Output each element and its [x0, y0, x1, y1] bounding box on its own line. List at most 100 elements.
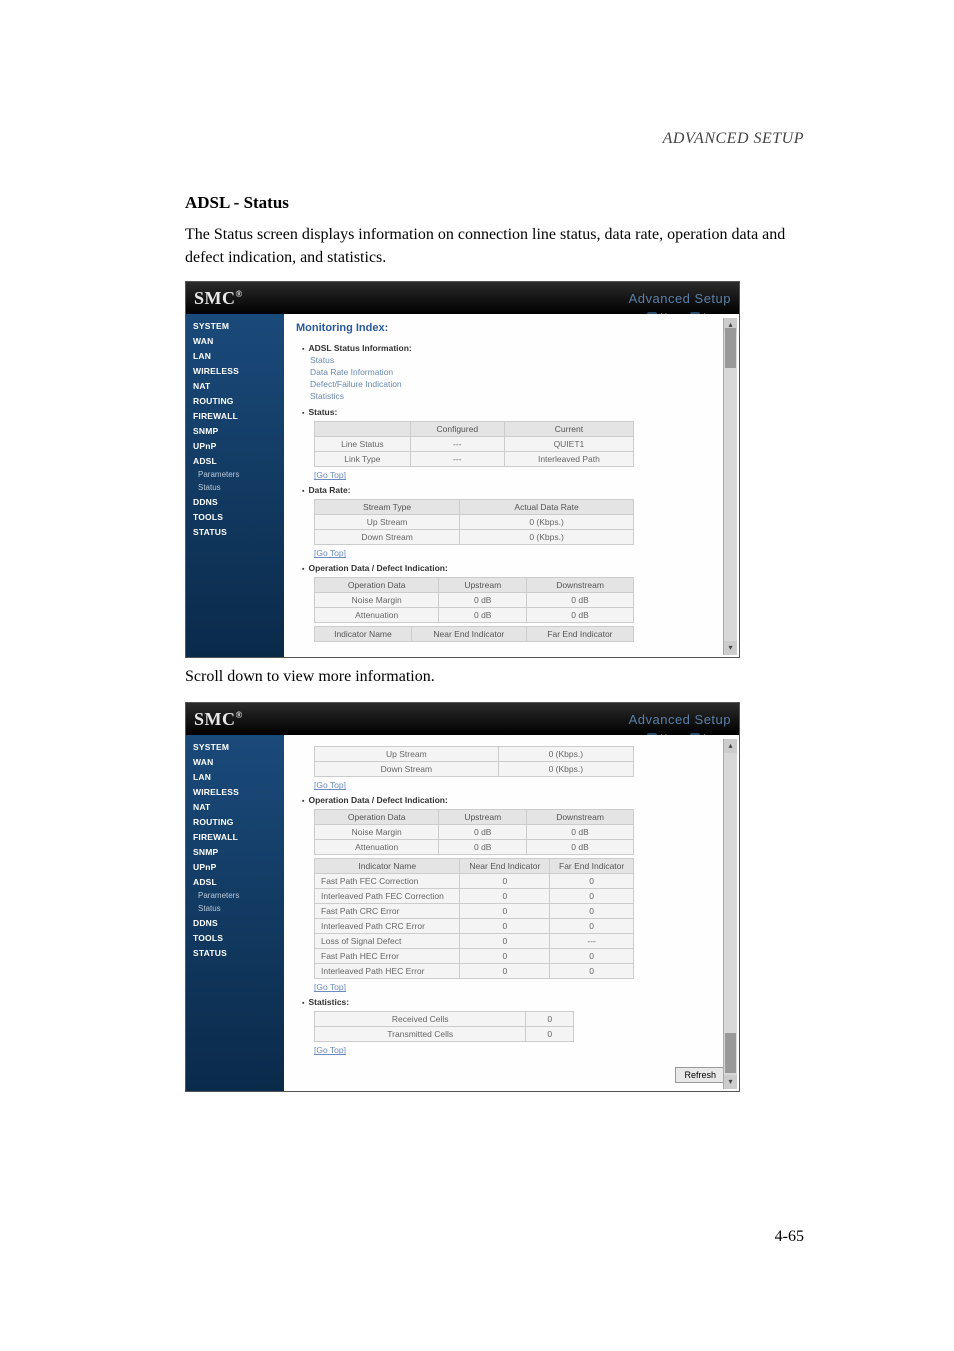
- sidebar-item-tools[interactable]: TOOLS: [186, 930, 284, 945]
- cell: 0: [460, 949, 550, 964]
- sidebar-item-firewall[interactable]: FIREWALL: [186, 408, 284, 423]
- cell: Attenuation: [315, 608, 439, 623]
- sidebar-item-routing[interactable]: ROUTING: [186, 393, 284, 408]
- cell: Loss of Signal Defect: [315, 934, 460, 949]
- sidebar-item-wireless[interactable]: WIRELESS: [186, 784, 284, 799]
- table-row: Attenuation 0 dB 0 dB: [315, 608, 634, 623]
- sidebar-sub-parameters[interactable]: Parameters: [186, 468, 284, 481]
- table-row: Up Stream 0 (Kbps.): [315, 515, 634, 530]
- operation-data-table: Operation Data Upstream Downstream Noise…: [314, 577, 634, 623]
- link-defect[interactable]: Defect/Failure Indication: [296, 378, 727, 390]
- cell: Received Cells: [315, 1012, 526, 1027]
- cell: Fast Path HEC Error: [315, 949, 460, 964]
- sidebar-item-upnp[interactable]: UPnP: [186, 438, 284, 453]
- scroll-down-icon[interactable]: ▾: [724, 641, 737, 655]
- sidebar-item-status[interactable]: STATUS: [186, 945, 284, 960]
- go-top-link[interactable]: [Go Top]: [296, 548, 727, 558]
- cell: 0: [550, 949, 634, 964]
- sidebar-item-upnp[interactable]: UPnP: [186, 859, 284, 874]
- table-row: Interleaved Path HEC Error00: [315, 964, 634, 979]
- sidebar-item-ddns[interactable]: DDNS: [186, 494, 284, 509]
- page-number: 4-65: [775, 1228, 804, 1246]
- monitoring-index-title: Monitoring Index:: [296, 322, 727, 334]
- sidebar-item-firewall[interactable]: FIREWALL: [186, 829, 284, 844]
- cell: Link Type: [315, 452, 411, 467]
- sidebar-item-ddns[interactable]: DDNS: [186, 915, 284, 930]
- col-indicator: Indicator Name: [315, 627, 412, 642]
- sidebar-item-wan[interactable]: WAN: [186, 333, 284, 348]
- table-row: Fast Path HEC Error00: [315, 949, 634, 964]
- table-row: Attenuation 0 dB 0 dB: [315, 840, 634, 855]
- cell: ---: [410, 452, 504, 467]
- sidebar-sub-status[interactable]: Status: [186, 481, 284, 494]
- sidebar-item-lan[interactable]: LAN: [186, 769, 284, 784]
- go-top-link[interactable]: [Go Top]: [296, 1045, 727, 1055]
- scroll-caption: Scroll down to view more information.: [185, 668, 804, 686]
- cell: Line Status: [315, 437, 411, 452]
- cell: 0: [460, 889, 550, 904]
- cell: 0: [550, 874, 634, 889]
- cell: Down Stream: [315, 762, 499, 777]
- sidebar-item-tools[interactable]: TOOLS: [186, 509, 284, 524]
- cell: Interleaved Path FEC Correction: [315, 889, 460, 904]
- link-status[interactable]: Status: [296, 354, 727, 366]
- cell: Noise Margin: [315, 593, 439, 608]
- go-top-link[interactable]: [Go Top]: [296, 982, 727, 992]
- go-top-link[interactable]: [Go Top]: [296, 780, 727, 790]
- advanced-setup-label: Advanced Setup: [629, 712, 731, 727]
- screenshot-adsl-status-top: SMC® Advanced Setup Home Logout SYSTEM W…: [185, 281, 740, 658]
- data-rate-table: Stream Type Actual Data Rate Up Stream 0…: [314, 499, 634, 545]
- col-downstream: Downstream: [527, 810, 634, 825]
- cell: 0 (Kbps.): [498, 747, 633, 762]
- col-far-end: Far End Indicator: [526, 627, 633, 642]
- sidebar-item-adsl[interactable]: ADSL: [186, 453, 284, 468]
- sidebar-item-routing[interactable]: ROUTING: [186, 814, 284, 829]
- cell: ---: [410, 437, 504, 452]
- screenshot-header: SMC® Advanced Setup: [186, 282, 739, 314]
- sidebar-sub-status[interactable]: Status: [186, 902, 284, 915]
- col-upstream: Upstream: [439, 578, 527, 593]
- refresh-button[interactable]: Refresh: [675, 1067, 725, 1083]
- cell: QUIET1: [504, 437, 633, 452]
- cell: 0: [460, 934, 550, 949]
- sidebar-item-adsl[interactable]: ADSL: [186, 874, 284, 889]
- sidebar-item-wireless[interactable]: WIRELESS: [186, 363, 284, 378]
- table-row: Interleaved Path CRC Error00: [315, 919, 634, 934]
- link-statistics[interactable]: Statistics: [296, 390, 727, 402]
- cell: 0 dB: [439, 825, 527, 840]
- cell: 0 dB: [527, 593, 634, 608]
- col-near-end: Near End Indicator: [460, 859, 550, 874]
- table-row: Up Stream 0 (Kbps.): [315, 747, 634, 762]
- smc-logo: SMC®: [194, 709, 243, 729]
- col-actual-rate: Actual Data Rate: [460, 500, 634, 515]
- screenshot-adsl-status-bottom: SMC® Advanced Setup Home Logout SYSTEM W…: [185, 702, 740, 1092]
- scroll-thumb[interactable]: [725, 1033, 736, 1073]
- sidebar-item-wan[interactable]: WAN: [186, 754, 284, 769]
- table-row: Received Cells0: [315, 1012, 574, 1027]
- sidebar-item-snmp[interactable]: SNMP: [186, 423, 284, 438]
- sidebar-item-system[interactable]: SYSTEM: [186, 739, 284, 754]
- sidebar-item-snmp[interactable]: SNMP: [186, 844, 284, 859]
- scroll-down-icon[interactable]: ▾: [724, 1075, 737, 1089]
- scrollbar[interactable]: ▴ ▾: [723, 318, 737, 655]
- cell: Noise Margin: [315, 825, 439, 840]
- cell: 0 (Kbps.): [460, 515, 634, 530]
- col-current: Current: [504, 422, 633, 437]
- cell: Interleaved Path CRC Error: [315, 919, 460, 934]
- sidebar-item-nat[interactable]: NAT: [186, 799, 284, 814]
- scroll-up-icon[interactable]: ▴: [724, 739, 737, 753]
- link-data-rate[interactable]: Data Rate Information: [296, 366, 727, 378]
- scroll-thumb[interactable]: [725, 328, 736, 368]
- cell: 0 dB: [439, 840, 527, 855]
- table-row: Noise Margin 0 dB 0 dB: [315, 825, 634, 840]
- table-row: Down Stream 0 (Kbps.): [315, 762, 634, 777]
- sidebar-item-lan[interactable]: LAN: [186, 348, 284, 363]
- scrollbar[interactable]: ▴ ▾: [723, 739, 737, 1089]
- section-title: ADSL - Status: [185, 193, 804, 213]
- cell: 0: [460, 904, 550, 919]
- go-top-link[interactable]: [Go Top]: [296, 470, 727, 480]
- sidebar-item-status[interactable]: STATUS: [186, 524, 284, 539]
- sidebar-item-nat[interactable]: NAT: [186, 378, 284, 393]
- sidebar-sub-parameters[interactable]: Parameters: [186, 889, 284, 902]
- sidebar-item-system[interactable]: SYSTEM: [186, 318, 284, 333]
